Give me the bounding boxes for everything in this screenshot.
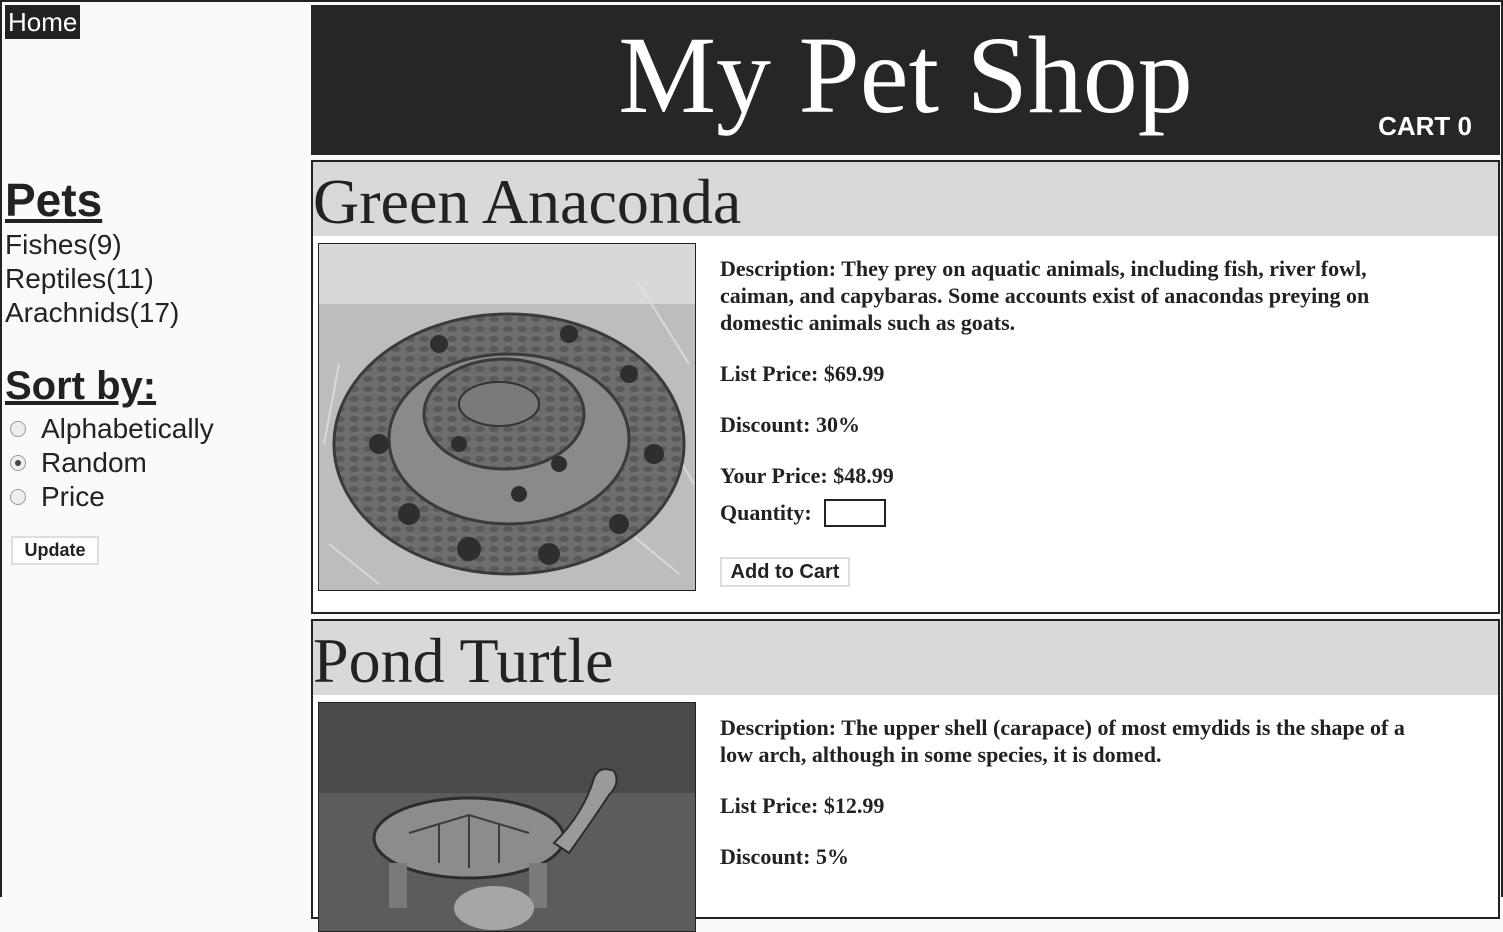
pets-heading: Pets [5, 174, 103, 226]
category-reptiles[interactable]: Reptiles(11) [5, 262, 179, 296]
update-button[interactable]: Update [11, 536, 99, 565]
quantity-input[interactable] [823, 499, 886, 527]
product-description: Description: The upper shell (carapace) … [720, 715, 1405, 767]
category-fishes[interactable]: Fishes(9) [5, 228, 179, 262]
sort-option-label: Random [41, 447, 147, 478]
shop-title: My Pet Shop [618, 14, 1193, 136]
list-price: List Price: $69.99 [720, 361, 885, 386]
quantity-label: Quantity: [720, 500, 812, 525]
quantity-row: Quantity: [720, 499, 1440, 527]
product-description: Description: They prey on aquatic animal… [720, 256, 1370, 335]
list-price: List Price: $12.99 [720, 793, 885, 818]
sort-option-random[interactable]: Random [10, 446, 214, 480]
product-card: Green Anaconda Description: They prey on… [311, 160, 1500, 614]
sort-option-label: Alphabetically [41, 413, 214, 444]
sort-option-alphabetically[interactable]: Alphabetically [10, 412, 214, 446]
cart-link[interactable]: CART 0 [1378, 111, 1472, 142]
add-to-cart-button[interactable]: Add to Cart [720, 557, 850, 587]
radio-price[interactable] [10, 489, 26, 505]
product-title: Pond Turtle [313, 621, 1498, 696]
sort-option-price[interactable]: Price [10, 480, 214, 514]
sort-options: Alphabetically Random Price [10, 412, 214, 514]
sort-option-label: Price [41, 481, 105, 512]
radio-random[interactable] [10, 455, 26, 471]
product-details: Description: The upper shell (carapace) … [720, 714, 1440, 894]
site-header: My Pet Shop CART 0 [311, 5, 1500, 155]
turtle-image-icon [319, 703, 695, 931]
product-image-anaconda [318, 243, 696, 591]
sort-heading: Sort by: [5, 364, 157, 408]
product-details: Description: They prey on aquatic animal… [720, 255, 1440, 587]
home-link[interactable]: Home [5, 5, 81, 39]
snake-image-icon [319, 244, 695, 590]
discount: Discount: 30% [720, 412, 860, 437]
discount: Discount: 5% [720, 844, 849, 869]
pet-categories: Fishes(9) Reptiles(11) Arachnids(17) [5, 228, 179, 330]
your-price: Your Price: $48.99 [720, 463, 894, 488]
product-image-turtle [318, 702, 696, 932]
radio-alphabetically[interactable] [10, 421, 26, 437]
category-arachnids[interactable]: Arachnids(17) [5, 296, 179, 330]
product-card: Pond Turtle Description: The upper shell… [311, 619, 1500, 932]
product-title: Green Anaconda [313, 162, 1498, 237]
